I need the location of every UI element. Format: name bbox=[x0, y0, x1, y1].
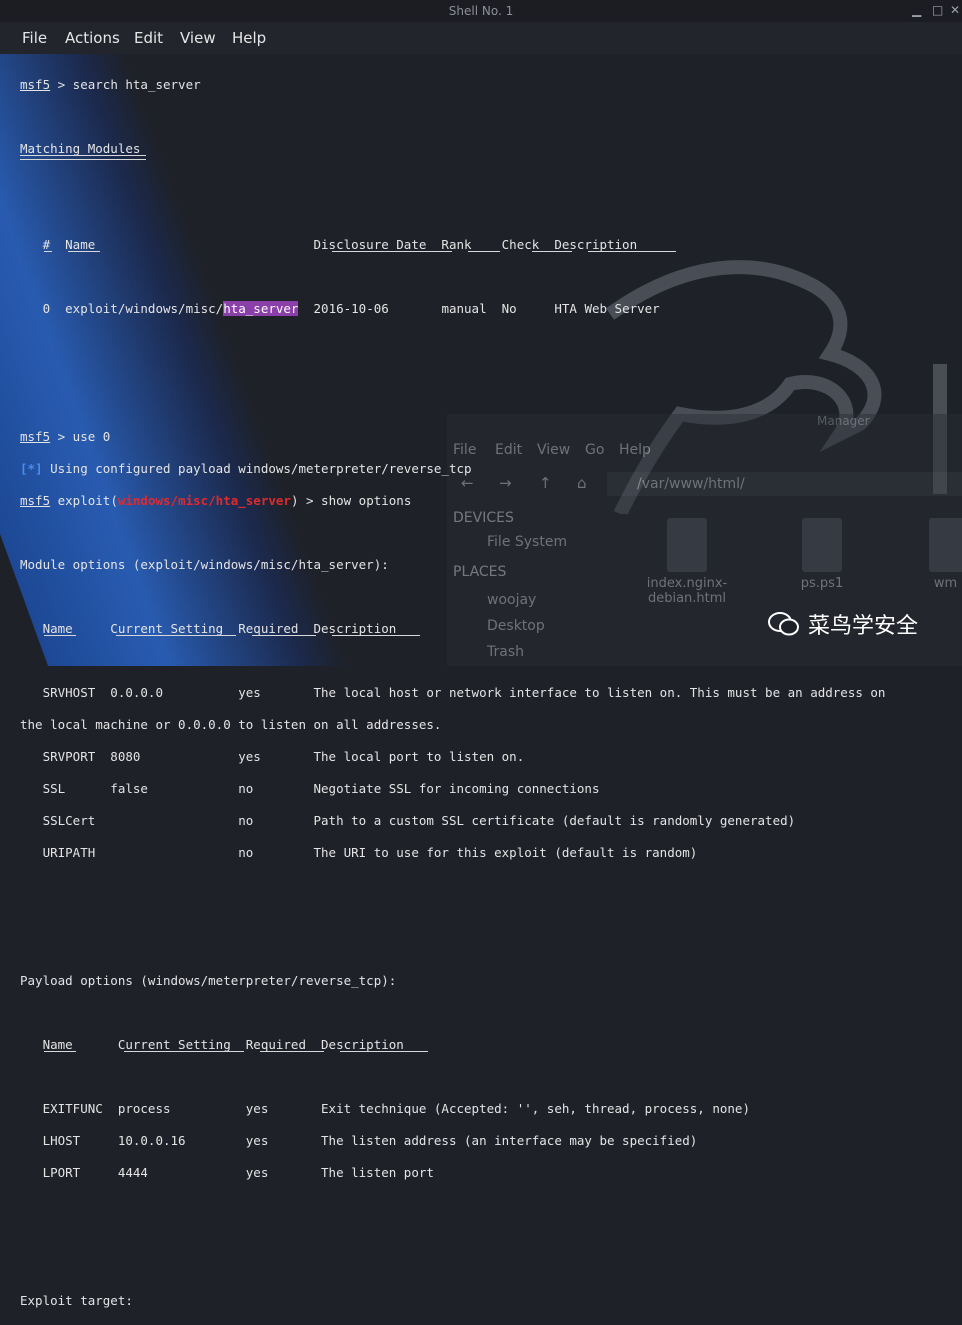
prompt: msf5 bbox=[20, 429, 51, 444]
menu-edit[interactable]: Edit bbox=[134, 29, 163, 47]
menu-help[interactable]: Help bbox=[232, 29, 266, 47]
payload-table-header: Name Current Setting Required Descriptio… bbox=[20, 1037, 404, 1052]
title-bar: Shell No. 1 ▁ □ ✕ bbox=[0, 0, 962, 22]
option-row: URIPATH no The URI to use for this explo… bbox=[20, 845, 698, 860]
terminal-output[interactable]: msf5 > search hta_server Matching Module… bbox=[20, 61, 885, 1325]
module-row: 0 exploit/windows/misc/hta_server 2016-1… bbox=[20, 301, 660, 316]
command-show-options: ) > show options bbox=[290, 493, 412, 508]
command-use: > use 0 bbox=[50, 429, 111, 444]
file-name: wm bbox=[933, 576, 958, 591]
watermark: 菜鸟学安全 bbox=[768, 608, 938, 639]
file-icon bbox=[929, 518, 962, 572]
command-search: > search hta_server bbox=[50, 77, 201, 92]
payload-row: LPORT 4444 yes The listen port bbox=[20, 1165, 434, 1180]
prompt: msf5 bbox=[20, 493, 51, 508]
option-row: SSLCert no Path to a custom SSL certific… bbox=[20, 813, 796, 828]
info-tag: [*] bbox=[20, 461, 43, 476]
exploit-target-heading: Exploit target: bbox=[20, 1293, 133, 1308]
payload-row: EXITFUNC process yes Exit technique (Acc… bbox=[20, 1101, 750, 1116]
wechat-icon bbox=[768, 612, 799, 636]
option-row: the local machine or 0.0.0.0 to listen o… bbox=[20, 717, 442, 732]
file-item[interactable]: wm bbox=[929, 518, 962, 591]
minimize-icon[interactable]: ▁ bbox=[912, 3, 921, 17]
option-row: SRVHOST 0.0.0.0 yes The local host or ne… bbox=[20, 685, 886, 700]
options-table-header: Name Current Setting Required Descriptio… bbox=[20, 621, 397, 636]
menu-bar: File Actions Edit View Help bbox=[0, 22, 962, 54]
payload-row: LHOST 10.0.0.16 yes The listen address (… bbox=[20, 1133, 698, 1148]
modules-table-header: # Name Disclosure Date Rank Check Descri… bbox=[20, 237, 638, 252]
matching-modules-heading: Matching Modules bbox=[20, 141, 141, 156]
maximize-icon[interactable]: □ bbox=[932, 3, 943, 17]
search-highlight: hta_server bbox=[223, 301, 299, 316]
exploit-module-name: windows/misc/hta_server bbox=[117, 493, 291, 508]
option-row: SSL false no Negotiate SSL for incoming … bbox=[20, 781, 600, 796]
window-title: Shell No. 1 bbox=[448, 4, 514, 18]
info-message: Using configured payload windows/meterpr… bbox=[42, 461, 472, 476]
watermark-text: 菜鸟学安全 bbox=[808, 614, 919, 639]
close-icon[interactable]: ✕ bbox=[950, 3, 960, 17]
menu-actions[interactable]: Actions bbox=[65, 29, 120, 47]
menu-view[interactable]: View bbox=[180, 29, 216, 47]
prompt: msf5 bbox=[20, 77, 51, 92]
payload-options-heading: Payload options (windows/meterpreter/rev… bbox=[20, 973, 397, 988]
module-options-heading: Module options (exploit/windows/misc/hta… bbox=[20, 557, 389, 572]
option-row: SRVPORT 8080 yes The local port to liste… bbox=[20, 749, 525, 764]
menu-file[interactable]: File bbox=[22, 29, 47, 47]
